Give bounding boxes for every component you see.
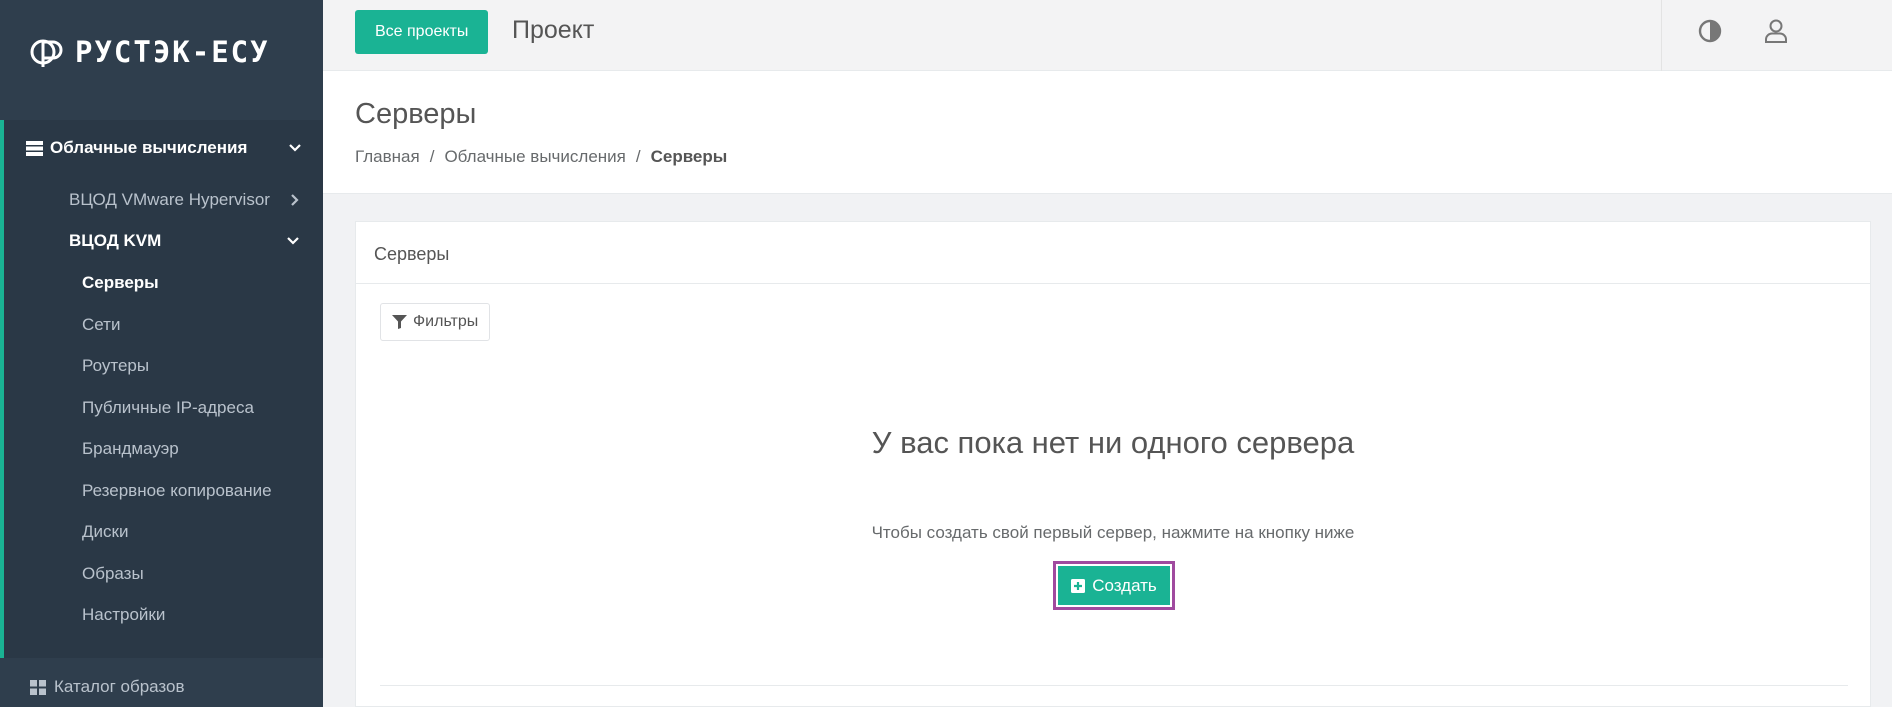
- empty-state-subtitle: Чтобы создать свой первый сервер, нажмит…: [871, 523, 1355, 542]
- page-header: [323, 71, 1892, 194]
- sidebar-item-label: ВЦОД VMware Hypervisor: [69, 190, 270, 209]
- breadcrumb-cloud-computing[interactable]: Облачные вычисления: [444, 147, 625, 167]
- page-title: Серверы: [355, 98, 477, 130]
- brand-logo[interactable]: РУСТЭК-ЕСУ: [29, 33, 270, 71]
- panel-title: Серверы: [374, 244, 450, 264]
- sidebar-item-public-ips[interactable]: Публичные IP-адреса: [82, 398, 254, 418]
- panel-divider: [380, 685, 1848, 686]
- create-button-highlight: Создать: [1053, 561, 1175, 610]
- sidebar: РУСТЭК-ЕСУ Облачные вычисления ВЦОД VMwa…: [0, 0, 323, 707]
- sidebar-item-label: ВЦОД KVM: [69, 231, 162, 250]
- logo-mark-icon: [30, 39, 63, 67]
- project-title: Проект: [512, 16, 595, 44]
- sidebar-item-backup[interactable]: Резервное копирование: [82, 481, 272, 501]
- sidebar-item-kvm[interactable]: ВЦОД KVM: [69, 231, 299, 251]
- sidebar-item-firewall[interactable]: Брандмауэр: [82, 439, 179, 459]
- chevron-down-icon: [289, 144, 301, 152]
- all-projects-button[interactable]: Все проекты: [355, 10, 489, 54]
- panel-header: Серверы: [356, 222, 1870, 284]
- breadcrumb-separator: /: [429, 147, 435, 166]
- breadcrumb: Главная / Облачные вычисления / Серверы: [355, 147, 727, 167]
- breadcrumb-home[interactable]: Главная: [355, 147, 420, 167]
- sidebar-item-image-catalog[interactable]: Каталог образов: [30, 677, 185, 697]
- create-button-label: Создать: [1092, 575, 1157, 595]
- server-stack-icon: [26, 140, 43, 156]
- filters-button[interactable]: Фильтры: [380, 303, 491, 341]
- servers-panel: Серверы Фильтры У вас пока нет ни одного…: [355, 221, 1871, 707]
- breadcrumb-separator: /: [635, 147, 641, 166]
- plus-square-icon: [1071, 578, 1086, 593]
- sidebar-item-label: Каталог образов: [54, 677, 185, 696]
- sidebar-item-settings[interactable]: Настройки: [82, 605, 165, 625]
- sidebar-item-routers[interactable]: Роутеры: [82, 356, 149, 376]
- create-button[interactable]: Создать: [1058, 566, 1170, 605]
- topbar-divider: [1661, 0, 1662, 71]
- user-icon[interactable]: [1763, 18, 1789, 44]
- breadcrumb-current: Серверы: [650, 147, 728, 166]
- contrast-icon[interactable]: [1697, 18, 1723, 44]
- grid-icon: [30, 679, 46, 695]
- chevron-down-icon: [287, 237, 299, 245]
- sidebar-group-label: Облачные вычисления: [50, 138, 248, 157]
- sidebar-item-networks[interactable]: Сети: [82, 315, 120, 335]
- filter-icon: [392, 315, 407, 329]
- logo-text: РУСТЭК-ЕСУ: [75, 35, 270, 69]
- sidebar-group-cloud-computing[interactable]: Облачные вычисления: [26, 138, 301, 158]
- filters-button-label: Фильтры: [413, 313, 479, 330]
- sidebar-item-vmware[interactable]: ВЦОД VMware Hypervisor: [69, 190, 299, 210]
- empty-state-title: У вас пока нет ни одного сервера: [871, 425, 1355, 460]
- sidebar-item-disks[interactable]: Диски: [82, 522, 128, 542]
- chevron-right-icon: [291, 194, 299, 206]
- sidebar-item-servers[interactable]: Серверы: [82, 273, 159, 293]
- sidebar-item-images[interactable]: Образы: [82, 564, 144, 584]
